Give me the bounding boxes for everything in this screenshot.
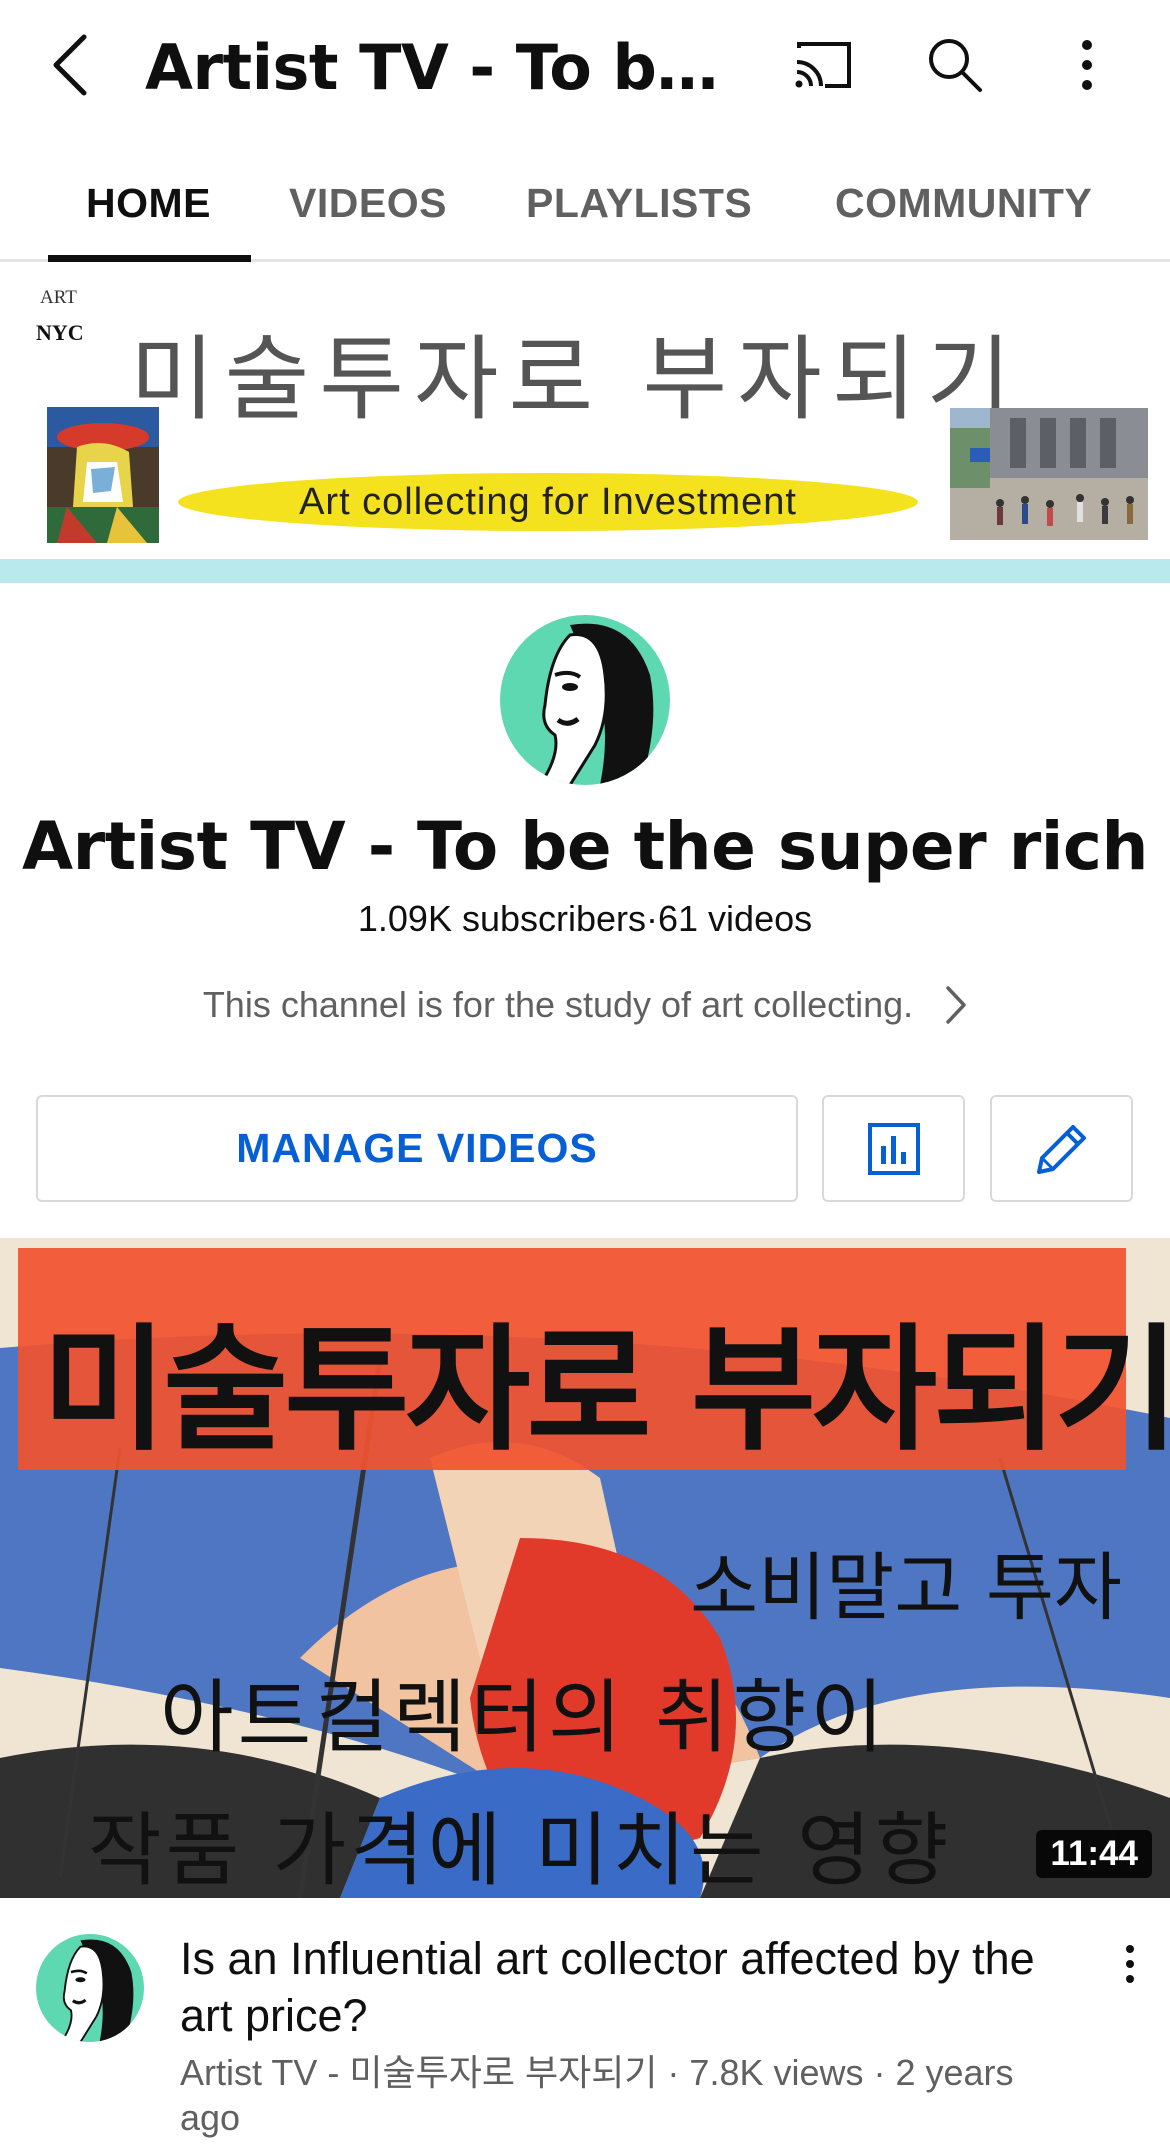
channel-description[interactable]: This channel is for the study of art col…: [100, 975, 1070, 1035]
page-title: Artist TV - To be the super rich: [145, 31, 750, 104]
thumbnail-title-text: 미술투자로 부자되기: [42, 1312, 1170, 1470]
channel-avatar[interactable]: [500, 615, 670, 785]
banner-tagline: Art collecting for Investment: [178, 473, 918, 531]
more-vert-icon: [1082, 40, 1092, 90]
video-info-row: Is an Influential art collector affected…: [0, 1898, 1170, 2145]
manage-videos-button[interactable]: MANAGE VIDEOS: [36, 1095, 798, 1202]
tab-home[interactable]: HOME: [86, 145, 211, 262]
channel-tabs: HOME VIDEOS PLAYLISTS COMMUNITY: [0, 145, 1170, 262]
thumbnail-line3-text: 아트컬렉터의 취향이: [160, 1671, 888, 1764]
banner-painting-image: [47, 407, 159, 543]
edit-channel-button[interactable]: [990, 1095, 1133, 1202]
banner-strip: [0, 559, 1170, 583]
video-menu-button[interactable]: [1110, 1934, 1150, 1994]
video-title[interactable]: Is an Influential art collector affected…: [180, 1930, 1060, 2044]
top-app-bar: Artist TV - To be the super rich: [0, 0, 1170, 130]
more-options-button[interactable]: [1052, 30, 1122, 100]
chevron-left-icon: [53, 34, 87, 96]
active-tab-indicator: [48, 255, 251, 262]
channel-banner: ART NYC 미술투자로 부자되기 Art collecting for In…: [0, 265, 1170, 583]
thumbnail-subtitle-text: 소비말고 투자: [690, 1545, 1123, 1631]
cast-button[interactable]: [788, 30, 858, 100]
analytics-button[interactable]: [822, 1095, 965, 1202]
channel-name: Artist TV - To be the super rich: [22, 808, 1148, 885]
analytics-icon: [867, 1122, 920, 1175]
channel-stats: 1.09K subscribers·61 videos: [0, 898, 1170, 940]
video-thumbnail[interactable]: 미술투자로 부자되기 소비말고 투자 아트컬렉터의 취향이 작품 가격에 미치는…: [0, 1238, 1170, 1898]
thumbnail-line4-text: 작품 가격에 미치는 영향: [88, 1804, 953, 1897]
chevron-right-icon: [946, 986, 966, 1024]
pencil-icon: [1036, 1124, 1086, 1174]
video-duration-badge: 11:44: [1036, 1830, 1152, 1878]
tab-playlists[interactable]: PLAYLISTS: [526, 145, 752, 262]
channel-description-text: This channel is for the study of art col…: [202, 984, 914, 1025]
search-icon: [929, 39, 982, 92]
subscriber-count: 1.09K subscribers: [357, 898, 647, 939]
banner-museum-image: [950, 408, 1148, 540]
banner-nyc-label: NYC: [36, 320, 84, 345]
back-button[interactable]: [40, 30, 100, 100]
cast-icon: [795, 42, 851, 88]
tab-community[interactable]: COMMUNITY: [835, 145, 1092, 262]
more-vert-icon: [1126, 1945, 1134, 1983]
video-count: 61 videos: [658, 898, 813, 939]
video-meta: Artist TV - 미술투자로 부자되기 · 7.8K views · 2 …: [180, 2052, 1014, 2138]
search-button[interactable]: [920, 30, 990, 100]
banner-art-label: ART: [40, 287, 77, 308]
stats-separator: ·: [646, 898, 659, 939]
banner-korean-title: 미술투자로 부자되기: [130, 326, 1022, 433]
video-channel-avatar[interactable]: [36, 1934, 144, 2042]
tab-videos[interactable]: VIDEOS: [289, 145, 447, 262]
